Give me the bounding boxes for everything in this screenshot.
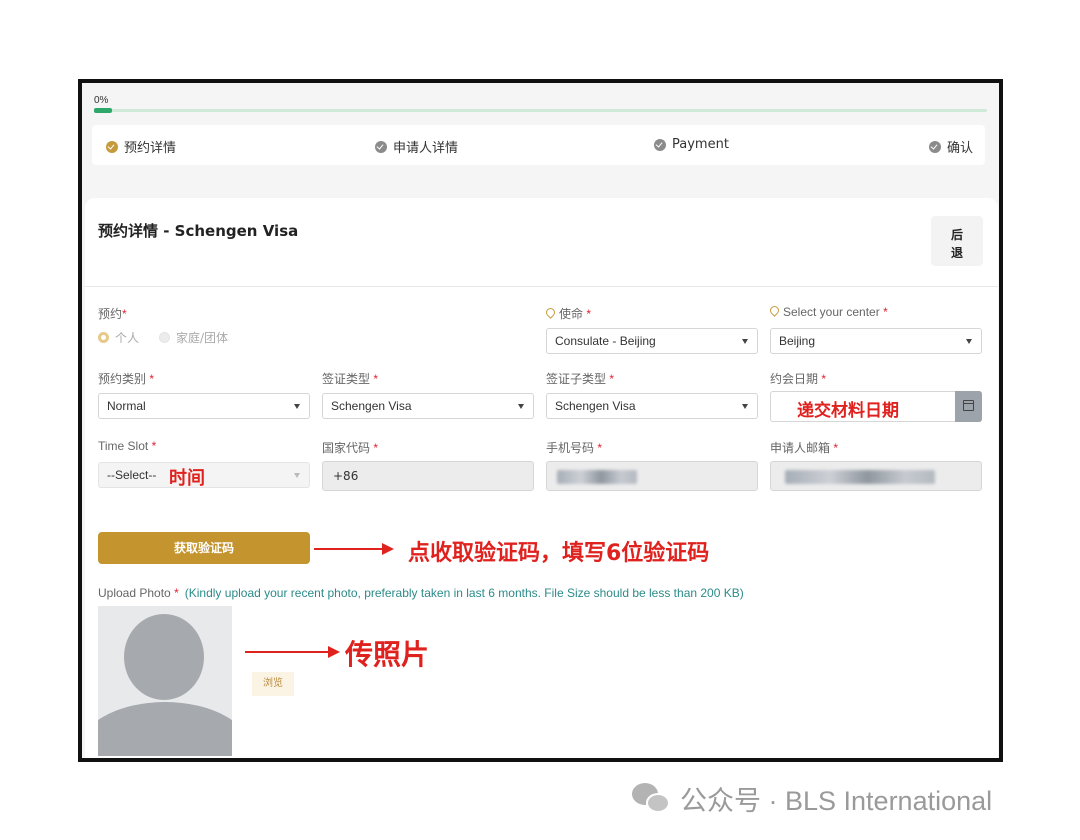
chevron-down-icon xyxy=(518,404,524,409)
annotation-photo: 传照片 xyxy=(345,638,430,671)
step-applicant-details[interactable]: 申请人详情 xyxy=(375,137,458,156)
check-circle-icon xyxy=(106,140,118,153)
radio-family-group[interactable] xyxy=(159,332,171,343)
country-code-label: 国家代码 * xyxy=(322,441,379,455)
check-circle-icon xyxy=(375,140,387,153)
get-verification-code-button[interactable]: 获取验证码 xyxy=(98,532,310,564)
visa-subtype-select[interactable]: Schengen Visa xyxy=(546,393,758,419)
calendar-button[interactable] xyxy=(955,391,982,422)
center-select[interactable]: Beijing xyxy=(770,328,982,354)
chevron-down-icon xyxy=(294,404,300,409)
step-label: 预约详情 xyxy=(124,141,177,156)
location-pin-icon xyxy=(770,306,779,317)
center-label: Select your center * xyxy=(770,305,888,319)
annotation-time: 时间 xyxy=(169,468,205,489)
appointment-card: 预约详情 - Schengen Visa 后 退 预约* 个人 家庭/团体 使命… xyxy=(85,198,998,758)
step-payment[interactable]: Payment xyxy=(654,137,729,152)
step-label: 申请人详情 xyxy=(393,141,459,156)
chevron-down-icon xyxy=(742,339,748,344)
step-appointment-details[interactable]: 预约详情 xyxy=(106,137,176,156)
radio-individual[interactable] xyxy=(98,332,109,343)
email-field[interactable] xyxy=(770,461,982,491)
email-label: 申请人邮箱 * xyxy=(770,441,839,455)
step-confirm[interactable]: 确认 xyxy=(929,137,973,156)
avatar-body xyxy=(98,702,232,756)
redacted-value xyxy=(785,470,935,484)
footer-watermark: 公众号 · BLS International xyxy=(632,779,992,818)
step-label: 确认 xyxy=(947,141,974,156)
annotation-arrow xyxy=(314,543,394,555)
back-button[interactable]: 后 退 xyxy=(931,216,983,266)
chevron-down-icon xyxy=(966,339,972,344)
step-label: Payment xyxy=(672,137,729,152)
check-circle-icon xyxy=(654,138,666,151)
upload-photo-hint: (Kindly upload your recent photo, prefer… xyxy=(184,586,744,600)
appointment-for-radios: 个人 家庭/团体 xyxy=(98,329,228,346)
avatar-placeholder xyxy=(98,606,232,756)
visa-type-select[interactable]: Schengen Visa xyxy=(322,393,534,419)
mission-select[interactable]: Consulate - Beijing xyxy=(546,328,758,354)
appointment-category-label: 预约类别 * xyxy=(98,372,155,386)
progress-bar xyxy=(94,108,987,113)
footer-text: 公众号 · BLS International xyxy=(680,786,993,816)
visa-subtype-label: 签证子类型 * xyxy=(546,372,615,386)
calendar-icon xyxy=(963,400,974,411)
back-button-label-line1: 后 xyxy=(950,228,963,242)
browse-button[interactable]: 浏览 xyxy=(252,672,294,696)
avatar-head xyxy=(124,614,204,700)
annotation-date: 递交材料日期 xyxy=(797,401,899,421)
country-code-field[interactable]: +86 xyxy=(322,461,534,491)
divider xyxy=(85,286,998,287)
appointment-category-select[interactable]: Normal xyxy=(98,393,310,419)
redacted-value xyxy=(557,470,637,484)
radio-family-group-label: 家庭/团体 xyxy=(176,331,229,345)
annotation-verify: 点收取验证码，填写6位验证码 xyxy=(408,541,710,566)
chevron-down-icon xyxy=(742,404,748,409)
visa-type-label: 签证类型 * xyxy=(322,372,379,386)
page-title: 预约详情 - Schengen Visa xyxy=(98,222,299,240)
step-indicator: 预约详情 申请人详情 Payment 确认 xyxy=(92,125,985,165)
mission-label: 使命 * xyxy=(546,305,591,322)
screenshot-frame: 0% 预约详情 申请人详情 Payment 确认 预约详情 - Schengen… xyxy=(78,79,1003,762)
annotation-arrow xyxy=(245,646,340,658)
wechat-icon xyxy=(632,781,672,817)
time-slot-label: Time Slot * xyxy=(98,439,157,453)
chevron-down-icon xyxy=(294,473,300,478)
appointment-for-label: 预约* xyxy=(98,307,127,321)
back-button-label-line2: 退 xyxy=(950,246,963,260)
progress-percent: 0% xyxy=(94,95,109,106)
appointment-date-label: 约会日期 * xyxy=(770,372,827,386)
mobile-label: 手机号码 * xyxy=(546,441,603,455)
mobile-field[interactable] xyxy=(546,461,758,491)
location-pin-icon xyxy=(546,308,555,319)
radio-individual-label: 个人 xyxy=(115,331,140,345)
progress-bar-fill xyxy=(94,108,112,113)
check-circle-icon xyxy=(929,140,941,153)
appointment-date-input[interactable]: 递交材料日期 xyxy=(770,391,982,422)
upload-photo-label: Upload Photo * (Kindly upload your recent… xyxy=(98,586,744,600)
